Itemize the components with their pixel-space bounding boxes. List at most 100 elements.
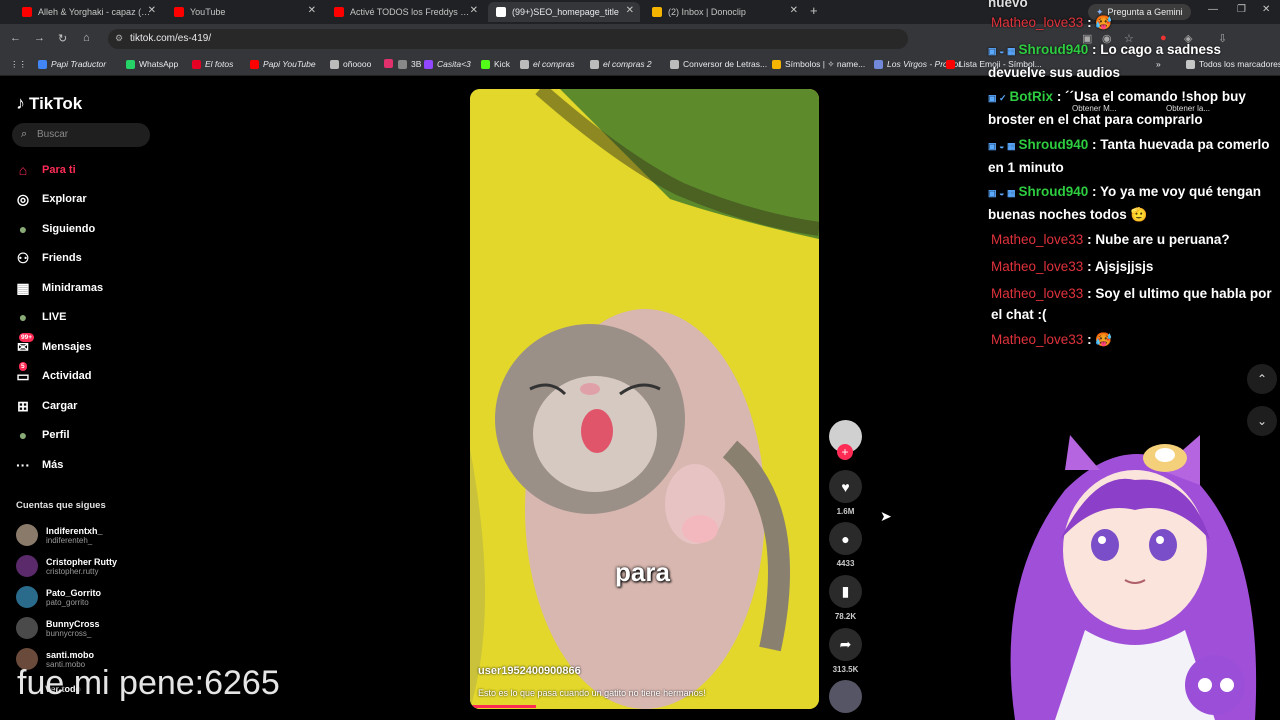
- apps-grid-icon[interactable]: ⋮⋮: [10, 59, 27, 70]
- bookmark-item[interactable]: Papi Traductor: [38, 59, 106, 69]
- bookmark-item[interactable]: Casita<3: [424, 59, 471, 69]
- close-tab-icon[interactable]: ✕: [626, 5, 634, 16]
- bookmark-item[interactable]: El fotos: [192, 59, 233, 69]
- screen: Alleh & Yorghaki - capaz (mera ✕ YouTube ✕ A…: [0, 0, 1280, 720]
- sidebar-item-minidramas[interactable]: ▦ Minidramas: [14, 277, 103, 299]
- sidebar-item-explorar[interactable]: ◎ Explorar: [14, 188, 87, 210]
- bookmark-favicon-icon: [330, 59, 339, 69]
- save-button[interactable]: ▮ 78.2K: [829, 575, 862, 621]
- browser-tab[interactable]: (99+)SEO_homepage_title ✕: [488, 2, 640, 22]
- video-caption: para: [615, 557, 670, 587]
- bookmark-item[interactable]: Conversor de Letras...: [670, 59, 767, 69]
- account-text: BunnyCross bunnycross_: [46, 619, 100, 638]
- account-handle: cristopher.rutty: [46, 566, 99, 576]
- sidebar-item-friends[interactable]: ⚇ Friends: [14, 247, 82, 269]
- bookmark-favicon-icon: [520, 59, 529, 69]
- video-username[interactable]: user1952400900866: [478, 665, 581, 677]
- bookmark-label: Kick: [494, 59, 511, 69]
- heart-icon: ♥: [829, 470, 862, 503]
- sidebar-item-mensajes[interactable]: ✉ 99+ Mensajes: [14, 333, 92, 358]
- bookmark-item[interactable]: oñoooo: [330, 59, 371, 69]
- close-tab-icon[interactable]: ✕: [790, 5, 798, 16]
- sidebar-item-label: Mensajes: [42, 341, 92, 353]
- bookmark-item[interactable]: 3B: [398, 59, 421, 69]
- bookmark-item[interactable]: Símbolos | ✧ name...: [772, 59, 865, 70]
- sidebar-item-m-s[interactable]: ··· Más: [14, 454, 63, 476]
- search-input[interactable]: ⌕ Buscar: [12, 123, 150, 147]
- close-tab-icon[interactable]: ✕: [148, 5, 156, 16]
- account-handle: pato_gorrito: [46, 597, 89, 607]
- notification-badge: 99+: [19, 333, 35, 342]
- account-text: Pato_Gorrito pato_gorrito: [46, 588, 101, 607]
- followed-account[interactable]: Pato_Gorrito pato_gorrito: [16, 584, 101, 610]
- tiktok-logo[interactable]: ♪ TikTok: [16, 93, 82, 114]
- home-browser-icon[interactable]: ⌂: [83, 32, 90, 44]
- sidebar-item-cargar[interactable]: ⊞ Cargar: [14, 395, 77, 417]
- back-icon[interactable]: ←: [10, 32, 21, 44]
- bookmark-item[interactable]: Papi YouTube: [250, 59, 316, 69]
- video-player[interactable]: para user1952400900866 Esto es lo que pa…: [470, 89, 819, 709]
- chat-message: Matheo_love33 : Ajsjsjjsjs: [988, 256, 1280, 277]
- chat-username: Shroud940: [1018, 184, 1089, 199]
- account-handle: indiferenteh_: [46, 535, 93, 545]
- bookmark-item[interactable]: el compras: [520, 59, 575, 69]
- like-button[interactable]: ♥ 1.6M: [829, 470, 862, 516]
- chat-username: BotRix: [1009, 89, 1054, 104]
- comment-icon: ●: [829, 522, 862, 555]
- activity-icon: ▭ 5: [16, 362, 30, 384]
- browser-tab[interactable]: YouTube ✕: [166, 2, 322, 22]
- share-button[interactable]: ➦ 313.5K: [829, 628, 862, 674]
- sidebar-item-para-ti[interactable]: ⌂ Para ti: [14, 159, 76, 181]
- browser-tab[interactable]: Alleh & Yorghaki - capaz (mera ✕: [14, 2, 162, 22]
- avatar: [16, 555, 38, 577]
- previous-video-button[interactable]: ⌃: [1247, 364, 1277, 394]
- sidebar-item-actividad[interactable]: ▭ 5 Actividad: [14, 362, 92, 387]
- sidebar-item-live[interactable]: ● LIVE: [14, 306, 67, 328]
- reload-icon[interactable]: ↻: [58, 32, 67, 45]
- bookmark-item[interactable]: WhatsApp: [126, 59, 178, 69]
- bookmark-label: Conversor de Letras...: [683, 59, 768, 69]
- music-disc[interactable]: [829, 680, 862, 713]
- bookmark-favicon-icon: [590, 59, 599, 69]
- chat-message: Matheo_love33 : 🥵: [988, 329, 1280, 350]
- account-handle: bunnycross_: [46, 628, 92, 638]
- close-tab-icon[interactable]: ✕: [470, 5, 478, 16]
- followed-account[interactable]: Indiferentxh_ indiferenteh_: [16, 522, 103, 548]
- sidebar-item-label: Actividad: [42, 370, 92, 382]
- comment-button[interactable]: ● 4433: [829, 522, 862, 568]
- followed-account[interactable]: BunnyCross bunnycross_: [16, 615, 100, 641]
- chat-badges-icon: ▣ ◒ ▦: [988, 141, 1016, 151]
- video-progress-bar[interactable]: [470, 705, 537, 708]
- follow-plus-icon[interactable]: +: [837, 444, 853, 460]
- bookmark-favicon-icon: [192, 59, 201, 69]
- bookmark-item[interactable]: Kick: [481, 59, 510, 69]
- forward-icon[interactable]: →: [34, 32, 45, 44]
- browser-tab[interactable]: Activé TODOS los Freddys en ✕: [326, 2, 484, 22]
- followed-account[interactable]: Cristopher Rutty cristopher.rutty: [16, 553, 117, 579]
- new-tab-button[interactable]: +: [810, 3, 818, 18]
- chat-message: ▣ ◒ ▦ Shroud940 : Tanta huevada pa comerl…: [988, 134, 1280, 178]
- comment-count: 4433: [836, 559, 855, 568]
- url-field[interactable]: ⚙ tiktok.com/es-419/: [108, 29, 908, 49]
- bookmark-label: el compras 2: [603, 59, 652, 69]
- chat-username: Matheo_love33: [991, 286, 1084, 301]
- tab-label: Activé TODOS los Freddys en: [350, 7, 470, 17]
- account-name: santi.mobo: [46, 649, 95, 660]
- tab-favicon-icon: [496, 7, 506, 17]
- sidebar-item-siguiendo[interactable]: ● Siguiendo: [14, 218, 95, 240]
- browser-tab[interactable]: (2) Inbox | Donoclip ✕: [644, 2, 804, 22]
- sidebar-item-perfil[interactable]: ● Perfil: [14, 424, 70, 446]
- bookmark-favicon-icon: [384, 59, 393, 68]
- sidebar-item-label: Minidramas: [42, 282, 104, 294]
- site-info-icon[interactable]: ⚙: [115, 33, 123, 44]
- account-name: Pato_Gorrito: [46, 587, 102, 598]
- account-name: Indiferentxh_: [46, 525, 103, 536]
- more-icon: ···: [16, 457, 30, 473]
- following-avatar-icon: ●: [18, 221, 28, 237]
- tab-label: Alleh & Yorghaki - capaz (mera: [38, 7, 154, 17]
- tiktok-note-icon: ♪: [16, 93, 25, 113]
- close-tab-icon[interactable]: ✕: [308, 5, 316, 16]
- bookmark-label: Papi YouTube: [263, 59, 316, 69]
- bookmark-item[interactable]: el compras 2: [590, 59, 652, 69]
- bookmark-item[interactable]: [384, 59, 397, 68]
